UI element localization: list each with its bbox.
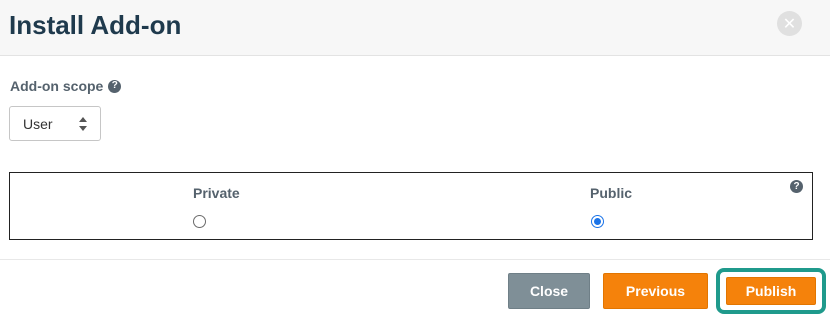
private-radio[interactable] (193, 215, 206, 228)
footer-divider (0, 259, 830, 260)
visibility-help-icon[interactable]: ? (790, 180, 803, 193)
dialog-title: Install Add-on (9, 10, 182, 40)
scope-label-row: Add-on scope ? (10, 78, 122, 94)
public-radio[interactable] (591, 215, 604, 228)
close-icon[interactable]: ✕ (777, 11, 802, 36)
publish-button[interactable]: Publish (726, 277, 816, 305)
close-button[interactable]: Close (508, 273, 590, 309)
private-label: Private (193, 185, 240, 201)
scope-select[interactable]: User (9, 106, 101, 141)
scope-selected-value: User (23, 115, 53, 132)
scope-label: Add-on scope (10, 78, 104, 94)
dialog-header: Install Add-on ✕ (0, 0, 830, 56)
public-label: Public (590, 185, 633, 201)
sort-arrows-icon (79, 117, 87, 131)
help-icon[interactable]: ? (108, 79, 122, 93)
visibility-options-box: Private Public ? (9, 172, 813, 240)
previous-button[interactable]: Previous (603, 273, 708, 309)
